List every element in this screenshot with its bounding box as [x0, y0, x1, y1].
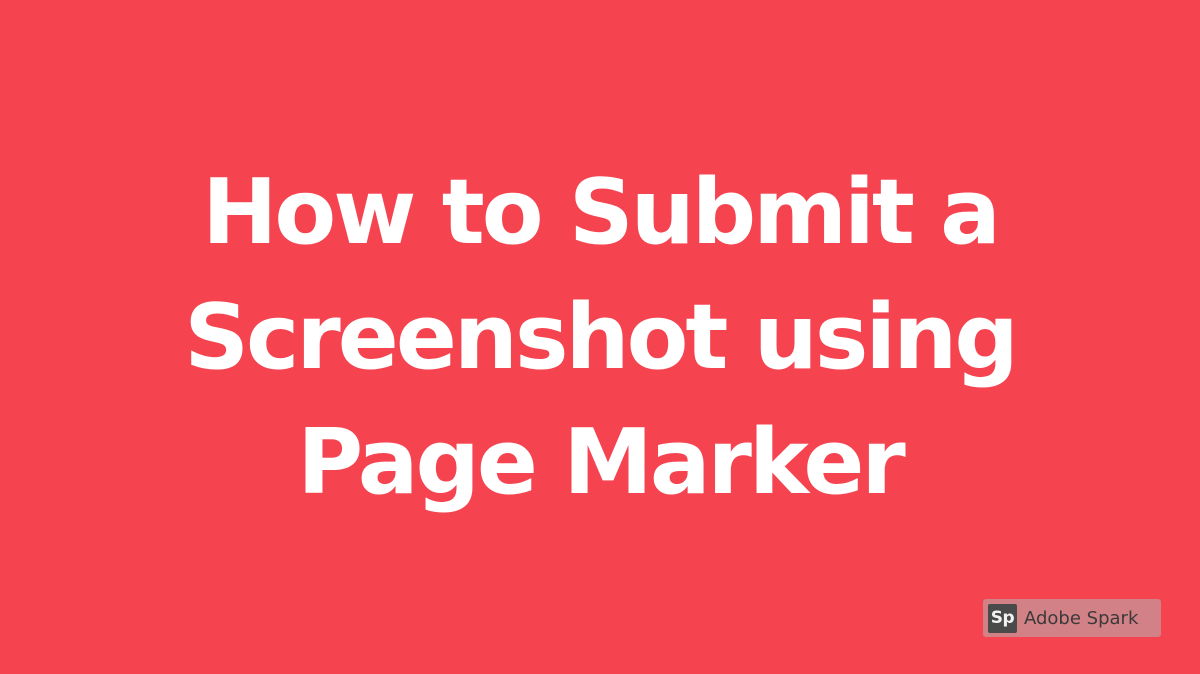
- spark-logo-icon: Sp: [988, 603, 1017, 633]
- title-slide: How to Submit a Screenshot using Page Ma…: [0, 0, 1200, 674]
- watermark-brand-label: Adobe Spark: [1024, 607, 1139, 629]
- title-line-1: How to Submit a: [202, 160, 1001, 265]
- title-line-3: Page Marker: [297, 410, 906, 515]
- adobe-spark-watermark: Sp Adobe Spark: [983, 599, 1161, 637]
- title-line-2: Screenshot using: [184, 285, 1019, 390]
- slide-title: How to Submit a Screenshot using Page Ma…: [0, 150, 1200, 525]
